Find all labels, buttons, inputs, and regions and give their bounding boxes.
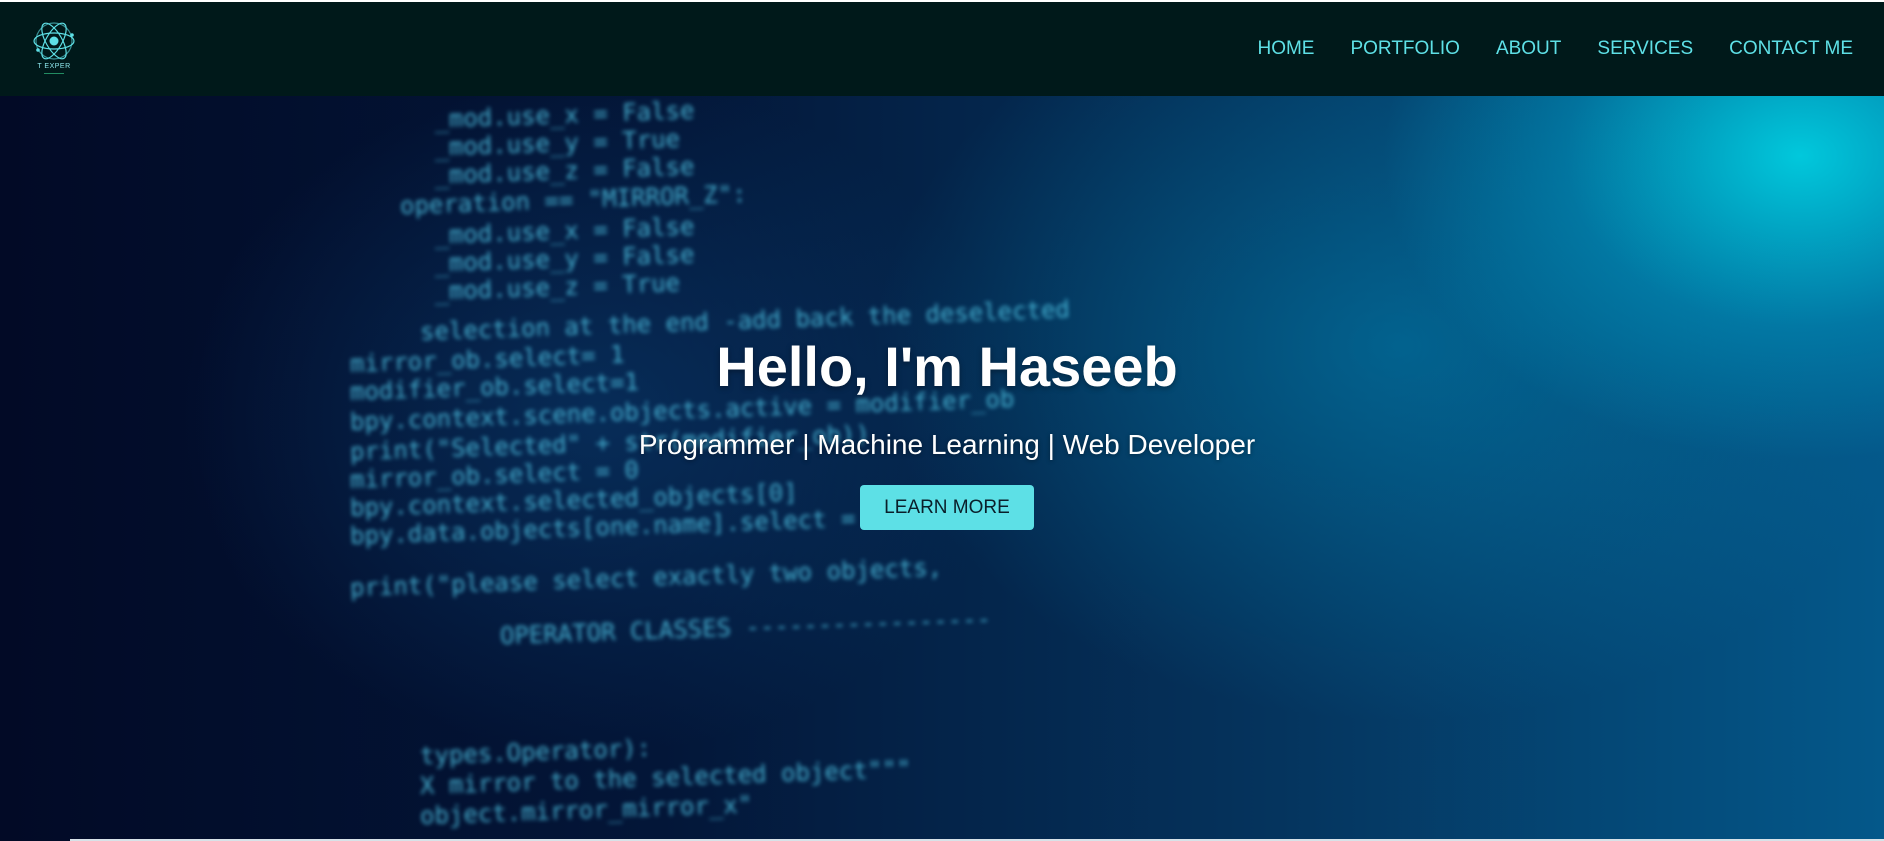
nav-links: HOME PORTFOLIO ABOUT SERVICES CONTACT ME [1221,38,1853,60]
nav-link-home[interactable]: HOME [1257,38,1314,60]
learn-more-button[interactable]: LEARN MORE [860,485,1034,530]
nav-link-contact-me[interactable]: CONTACT ME [1729,38,1853,60]
nav-link-about[interactable]: ABOUT [1496,38,1561,60]
logo-underline [44,73,64,74]
hero-content: Hello, I'm Haseeb Programmer | Machine L… [0,96,1884,841]
logo-text: T EXPER [37,63,71,70]
navbar: T EXPER HOME PORTFOLIO ABOUT SERVICES CO… [0,2,1884,96]
logo[interactable]: T EXPER [26,17,82,81]
hero-section: _mod.use_x = False _mod.use_y = True _mo… [0,96,1884,841]
hero-title: Hello, I'm Haseeb [716,335,1178,398]
page: T EXPER HOME PORTFOLIO ABOUT SERVICES CO… [0,0,1884,841]
atom-icon [33,22,75,60]
hero-subtitle: Programmer | Machine Learning | Web Deve… [638,429,1256,460]
nav-link-portfolio[interactable]: PORTFOLIO [1350,38,1459,60]
nav-link-services[interactable]: SERVICES [1597,38,1693,60]
